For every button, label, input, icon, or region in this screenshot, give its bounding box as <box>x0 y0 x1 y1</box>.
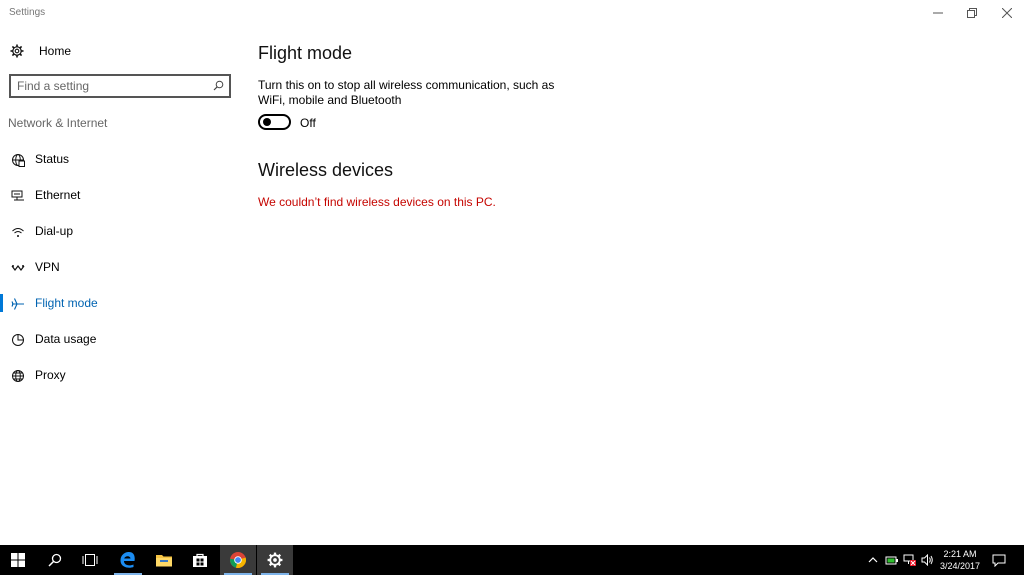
title-bar: Settings <box>0 0 1024 26</box>
sidebar-item-proxy[interactable]: Proxy <box>0 364 240 386</box>
sidebar-item-dial-up[interactable]: Dial-up <box>0 220 240 242</box>
vpn-icon <box>10 260 25 275</box>
restore-icon <box>967 8 977 18</box>
active-indicator <box>0 294 3 312</box>
home-label: Home <box>39 44 72 58</box>
home-nav-item[interactable]: Home <box>10 42 71 60</box>
battery-icon <box>885 556 898 565</box>
minimize-icon <box>933 12 943 14</box>
close-icon <box>1002 8 1012 18</box>
taskbar: 2:21 AM 3/24/2017 <box>0 545 1024 575</box>
gear-icon <box>267 552 283 568</box>
clock-time: 2:21 AM <box>943 549 977 559</box>
no-devices-message: We couldn’t find wireless devices on thi… <box>258 195 496 209</box>
chrome-taskbar-button[interactable] <box>220 545 256 575</box>
section-label: Network & Internet <box>8 116 108 130</box>
search-icon <box>48 553 62 567</box>
chevron-up-icon <box>868 557 878 563</box>
edge-icon <box>120 552 135 568</box>
clock[interactable]: 2:21 AM 3/24/2017 <box>936 548 984 572</box>
ethernet-icon <box>10 188 25 203</box>
wireless-devices-heading: Wireless devices <box>258 160 394 180</box>
airplane-icon <box>10 296 25 311</box>
search-taskbar-button[interactable] <box>37 545 73 575</box>
task-view-icon <box>82 554 98 566</box>
network-tray-button[interactable] <box>901 545 919 575</box>
toggle-knob <box>263 118 271 126</box>
flight-mode-description: Turn this on to stop all wireless commun… <box>258 78 555 107</box>
sidebar-item-vpn[interactable]: VPN <box>0 256 240 278</box>
sidebar-item-ethernet[interactable]: Ethernet <box>0 184 240 206</box>
notification-icon <box>992 554 1006 567</box>
chrome-icon <box>230 552 246 568</box>
network-disconnected-icon <box>903 554 916 566</box>
sidebar-item-label: Ethernet <box>35 188 81 202</box>
battery-tray-button[interactable] <box>883 545 901 575</box>
globe-status-icon <box>10 152 25 167</box>
data-usage-icon <box>10 332 25 347</box>
dialup-icon <box>10 224 25 239</box>
volume-tray-button[interactable] <box>919 545 935 575</box>
store-taskbar-button[interactable] <box>182 545 218 575</box>
store-icon <box>193 553 207 567</box>
search-box[interactable] <box>9 74 231 98</box>
gear-icon <box>10 44 24 58</box>
sidebar-item-label: VPN <box>35 260 60 274</box>
action-center-button[interactable] <box>988 545 1010 575</box>
sidebar: Home Network & Internet Status Ethernet <box>0 26 240 545</box>
show-hidden-icons-button[interactable] <box>865 545 881 575</box>
sidebar-item-label: Status <box>35 152 70 166</box>
sidebar-item-label: Flight mode <box>35 296 98 310</box>
start-button[interactable] <box>0 545 36 575</box>
toggle-state-label: Off <box>300 116 316 130</box>
search-icon[interactable] <box>213 80 224 91</box>
sidebar-item-flight-mode[interactable]: Flight mode <box>0 292 240 314</box>
sidebar-item-data-usage[interactable]: Data usage <box>0 328 240 350</box>
sidebar-item-label: Dial-up <box>35 224 74 238</box>
windows-logo-icon <box>11 553 25 567</box>
settings-taskbar-button[interactable] <box>257 545 293 575</box>
clock-date: 3/24/2017 <box>939 561 981 571</box>
restore-button[interactable] <box>955 0 989 26</box>
minimize-button[interactable] <box>921 0 955 26</box>
edge-taskbar-button[interactable] <box>110 545 146 575</box>
sidebar-item-status[interactable]: Status <box>0 148 240 170</box>
speaker-icon <box>921 554 933 566</box>
page-title: Flight mode <box>258 43 353 63</box>
window-title: Settings <box>9 7 46 18</box>
sidebar-item-label: Proxy <box>35 368 66 382</box>
sidebar-item-label: Data usage <box>35 332 97 346</box>
flight-mode-toggle[interactable] <box>258 114 291 130</box>
globe-icon <box>10 368 25 383</box>
folder-icon <box>156 555 172 567</box>
settings-window: Settings Home Find a setting Network & I… <box>0 0 1024 545</box>
task-view-button[interactable] <box>72 545 108 575</box>
close-button[interactable] <box>990 0 1024 26</box>
search-input[interactable] <box>17 78 207 94</box>
file-explorer-taskbar-button[interactable] <box>146 545 182 575</box>
